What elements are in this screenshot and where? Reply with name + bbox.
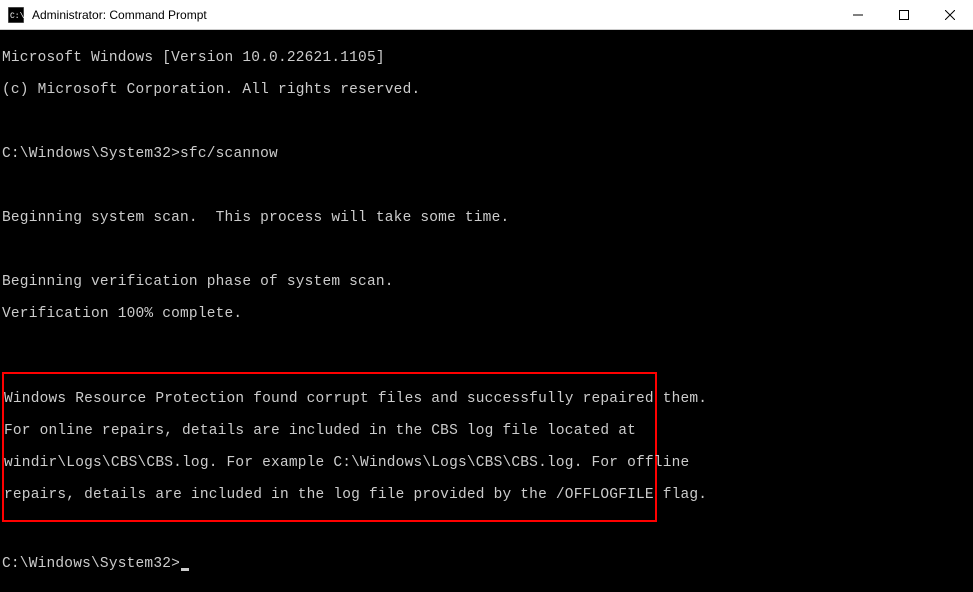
output-line: windir\Logs\CBS\CBS.log. For example C:\…	[4, 455, 655, 471]
output-line: For online repairs, details are included…	[4, 423, 655, 439]
blank-line	[2, 338, 971, 354]
cmd-icon: C:\	[8, 7, 24, 23]
text-cursor	[181, 568, 189, 571]
output-line: Windows Resource Protection found corrup…	[4, 391, 655, 407]
output-line: Verification 100% complete.	[2, 306, 971, 322]
maximize-button[interactable]	[881, 0, 927, 29]
highlight-annotation: Windows Resource Protection found corrup…	[2, 372, 657, 522]
output-line: Beginning system scan. This process will…	[2, 210, 971, 226]
minimize-button[interactable]	[835, 0, 881, 29]
titlebar-left: C:\ Administrator: Command Prompt	[8, 7, 207, 23]
blank-line	[2, 524, 971, 540]
prompt-path: C:\Windows\System32>	[2, 556, 180, 572]
svg-text:C:\: C:\	[10, 12, 24, 21]
prompt-line: C:\Windows\System32>sfc/scannow	[2, 146, 971, 162]
output-line: repairs, details are included in the log…	[4, 487, 655, 503]
window-title: Administrator: Command Prompt	[32, 8, 207, 22]
blank-line	[2, 178, 971, 194]
blank-line	[2, 114, 971, 130]
output-line: Beginning verification phase of system s…	[2, 274, 971, 290]
close-button[interactable]	[927, 0, 973, 29]
blank-line	[2, 242, 971, 258]
terminal-output[interactable]: Microsoft Windows [Version 10.0.22621.11…	[0, 30, 973, 592]
prompt-line: C:\Windows\System32>	[2, 556, 971, 572]
command-text: sfc/scannow	[180, 146, 278, 162]
window-controls	[835, 0, 973, 29]
output-line: (c) Microsoft Corporation. All rights re…	[2, 82, 971, 98]
prompt-path: C:\Windows\System32>	[2, 146, 180, 162]
window-titlebar: C:\ Administrator: Command Prompt	[0, 0, 973, 30]
output-line: Microsoft Windows [Version 10.0.22621.11…	[2, 50, 971, 66]
